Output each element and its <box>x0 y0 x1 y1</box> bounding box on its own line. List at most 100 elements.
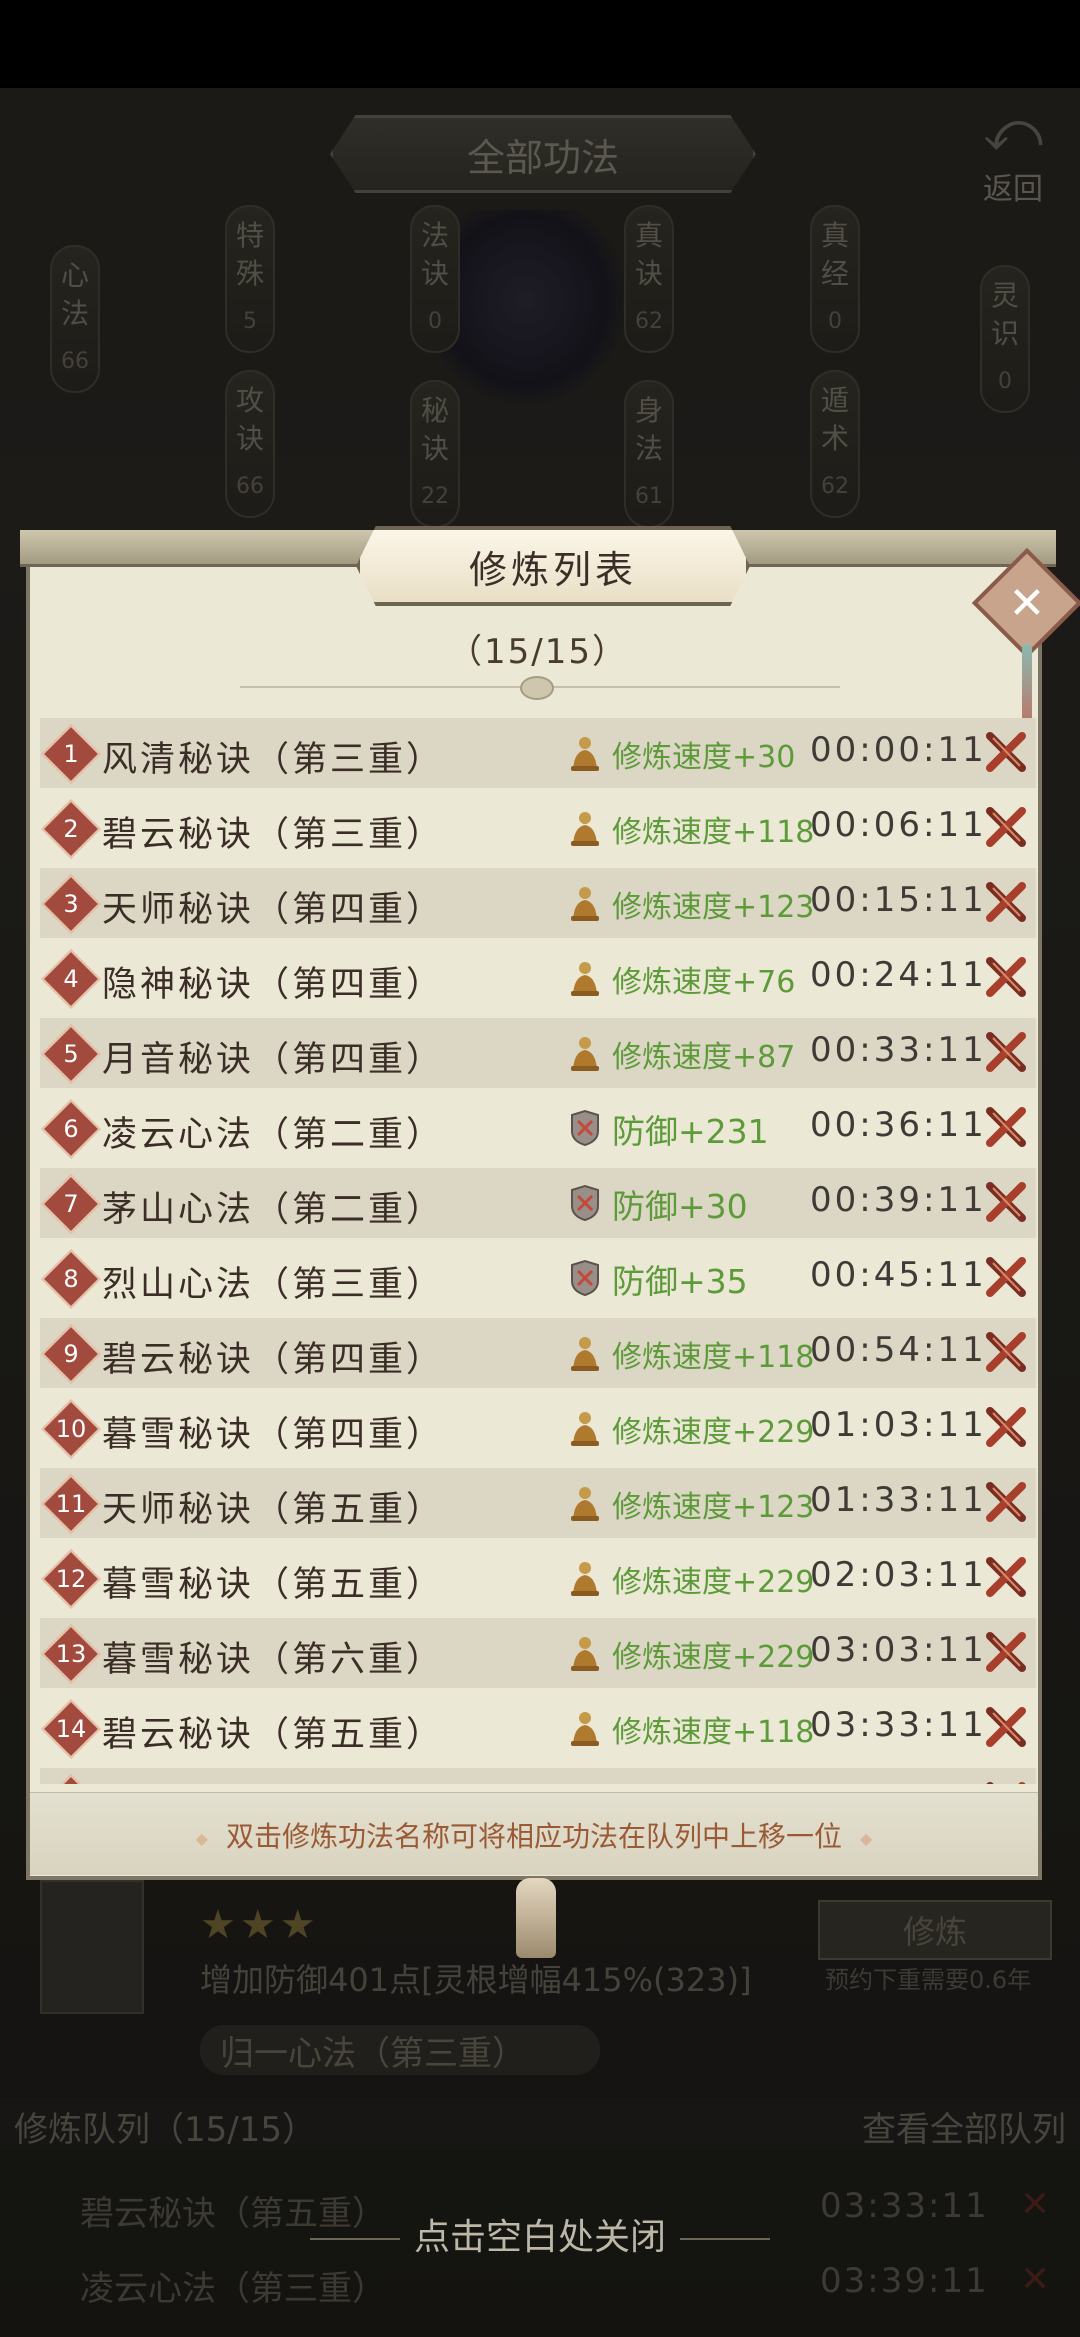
effect-value: 修炼速度+76 <box>612 965 796 1000</box>
modal-title: 修炼列表 <box>356 526 750 606</box>
armor-icon <box>568 1184 602 1222</box>
time-remaining: 00:39:11 <box>810 1180 987 1220</box>
remove-icon[interactable] <box>984 1253 1028 1301</box>
monk-icon <box>568 884 602 922</box>
remove-icon[interactable] <box>984 1103 1028 1151</box>
rank-number: 10 <box>55 1415 87 1443</box>
rank-badge-icon: 7 <box>41 1174 101 1234</box>
queue-count: （15/15） <box>448 632 628 672</box>
rank-number: 8 <box>63 1265 79 1293</box>
monk-icon <box>568 809 602 847</box>
armor-icon <box>568 1109 602 1147</box>
effect-value: 修炼速度+118 <box>612 815 815 850</box>
rank-number: 6 <box>63 1115 79 1143</box>
remove-icon[interactable] <box>984 728 1028 776</box>
training-row[interactable]: 13 暮雪秘诀（第六重） 修炼速度+229 03:03:11 <box>40 1618 1036 1688</box>
rank-badge-icon: 9 <box>41 1324 101 1384</box>
skill-name[interactable]: 烈山心法（第三重） <box>102 1256 444 1307</box>
training-row[interactable]: 12 暮雪秘诀（第五重） 修炼速度+229 02:03:11 <box>40 1543 1036 1613</box>
time-remaining: 00:15:11 <box>810 880 987 920</box>
monk-icon <box>568 1484 602 1522</box>
rank-badge-icon: 3 <box>41 874 101 934</box>
remove-icon[interactable] <box>984 1178 1028 1226</box>
monk-icon <box>568 1634 602 1672</box>
rank-number: 2 <box>63 815 79 843</box>
effect-value: 修炼速度+123 <box>612 890 815 925</box>
skill-name[interactable]: 凌云心法（第二重） <box>102 1106 444 1157</box>
training-row[interactable]: 9 碧云秘诀（第四重） 修炼速度+118 00:54:11 <box>40 1318 1036 1388</box>
skill-name[interactable]: 暮雪秘诀（第四重） <box>102 1406 444 1457</box>
effect-value: 防御+35 <box>612 1262 748 1301</box>
rank-number: 12 <box>55 1565 87 1593</box>
skill-name[interactable]: 碧云秘诀（第五重） <box>102 1706 444 1757</box>
time-remaining: 00:00:11 <box>810 730 987 770</box>
remove-icon[interactable] <box>984 1403 1028 1451</box>
effect-value: 修炼速度+123 <box>612 1490 815 1525</box>
training-row[interactable]: 4 隐神秘诀（第四重） 修炼速度+76 00:24:11 <box>40 943 1036 1013</box>
remove-icon[interactable] <box>984 1628 1028 1676</box>
time-remaining: 03:03:11 <box>810 1630 987 1670</box>
rank-badge-icon: 6 <box>41 1099 101 1159</box>
training-row[interactable]: 8 烈山心法（第三重） 防御+35 00:45:11 <box>40 1243 1036 1313</box>
bell-ornament <box>516 1878 556 1958</box>
training-list[interactable]: 1 风清秘诀（第三重） 修炼速度+30 00:00:11 2 碧云秘诀（第三重） 修炼速度+… <box>40 718 1036 1784</box>
monk-icon <box>568 1034 602 1072</box>
rank-number: 1 <box>63 740 79 768</box>
rank-number: 5 <box>63 1040 79 1068</box>
skill-name[interactable]: 隐神秘诀（第四重） <box>102 956 444 1007</box>
rank-badge-icon: 10 <box>41 1399 101 1459</box>
close-icon: ✕ <box>1008 577 1046 629</box>
training-row[interactable]: 6 凌云心法（第二重） 防御+231 00:36:11 <box>40 1093 1036 1163</box>
remove-icon[interactable] <box>984 1028 1028 1076</box>
hint-text: 双击修炼功法名称可将相应功法在队列中上移一位 <box>30 1815 1038 1855</box>
training-row[interactable]: 10 暮雪秘诀（第四重） 修炼速度+229 01:03:11 <box>40 1393 1036 1463</box>
skill-name[interactable]: 暮雪秘诀（第五重） <box>102 1556 444 1607</box>
time-remaining: 00:54:11 <box>810 1330 987 1370</box>
time-remaining: 01:03:11 <box>810 1405 987 1445</box>
effect-value: 防御+231 <box>612 1780 769 1784</box>
time-remaining: 03:33:11 <box>810 1705 987 1745</box>
remove-icon[interactable] <box>984 1778 1028 1784</box>
time-remaining: 00:45:11 <box>810 1255 987 1295</box>
rank-number: 9 <box>63 1340 79 1368</box>
skill-name[interactable]: 天师秘诀（第四重） <box>102 881 444 932</box>
skill-name[interactable]: 茅山心法（第二重） <box>102 1181 444 1232</box>
skill-name[interactable]: 凌云心法（第三重） <box>102 1781 444 1784</box>
rank-badge-icon: 8 <box>41 1249 101 1309</box>
time-remaining: 00:33:11 <box>810 1030 987 1070</box>
rank-number: 7 <box>63 1190 79 1218</box>
remove-icon[interactable] <box>984 953 1028 1001</box>
training-row[interactable]: 11 天师秘诀（第五重） 修炼速度+123 01:33:11 <box>40 1468 1036 1538</box>
remove-icon[interactable] <box>984 1553 1028 1601</box>
monk-icon <box>568 1709 602 1747</box>
training-row[interactable]: 7 茅山心法（第二重） 防御+30 00:39:11 <box>40 1168 1036 1238</box>
remove-icon[interactable] <box>984 1328 1028 1376</box>
time-remaining: 00:24:11 <box>810 955 987 995</box>
remove-icon[interactable] <box>984 803 1028 851</box>
skill-name[interactable]: 风清秘诀（第三重） <box>102 731 444 782</box>
rank-number: 3 <box>63 890 79 918</box>
effect-value: 修炼速度+118 <box>612 1340 815 1375</box>
rank-badge-icon: 5 <box>41 1024 101 1084</box>
remove-icon[interactable] <box>984 1478 1028 1526</box>
remove-icon[interactable] <box>984 878 1028 926</box>
training-row[interactable]: 15凌云心法（第三重） 防御+231 03:39:11 <box>40 1768 1036 1784</box>
effect-value: 修炼速度+229 <box>612 1640 815 1675</box>
skill-name[interactable]: 碧云秘诀（第三重） <box>102 806 444 857</box>
training-row[interactable]: 3 天师秘诀（第四重） 修炼速度+123 00:15:11 <box>40 868 1036 938</box>
training-row[interactable]: 2 碧云秘诀（第三重） 修炼速度+118 00:06:11 <box>40 793 1036 863</box>
rank-badge-icon: 2 <box>41 799 101 859</box>
training-row[interactable]: 5 月音秘诀（第四重） 修炼速度+87 00:33:11 <box>40 1018 1036 1088</box>
skill-name[interactable]: 碧云秘诀（第四重） <box>102 1331 444 1382</box>
rank-badge-icon: 15 <box>41 1774 101 1784</box>
rank-badge-icon: 12 <box>41 1549 101 1609</box>
remove-icon[interactable] <box>984 1703 1028 1751</box>
rank-badge-icon: 13 <box>41 1624 101 1684</box>
training-row[interactable]: 14 碧云秘诀（第五重） 修炼速度+118 03:33:11 <box>40 1693 1036 1763</box>
skill-name[interactable]: 月音秘诀（第四重） <box>102 1031 444 1082</box>
skill-name[interactable]: 天师秘诀（第五重） <box>102 1481 444 1532</box>
training-row[interactable]: 1 风清秘诀（第三重） 修炼速度+30 00:00:11 <box>40 718 1036 788</box>
monk-icon <box>568 734 602 772</box>
rank-badge-icon: 4 <box>41 949 101 1009</box>
skill-name[interactable]: 暮雪秘诀（第六重） <box>102 1631 444 1682</box>
